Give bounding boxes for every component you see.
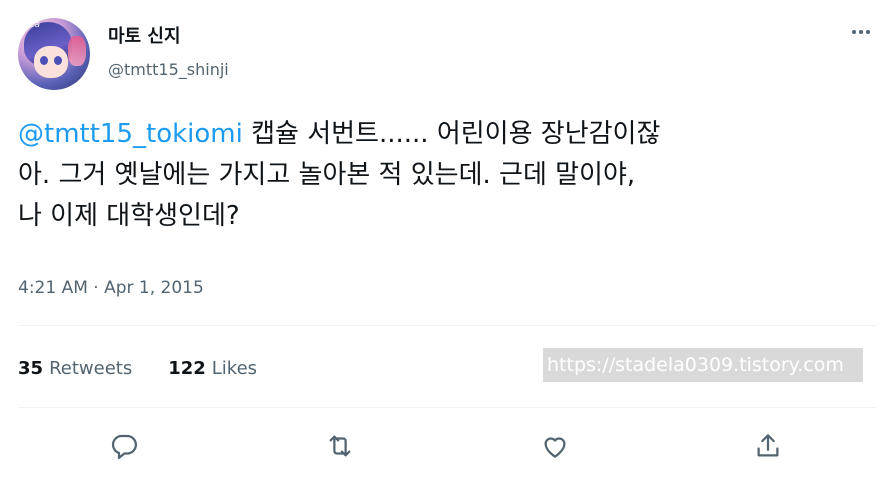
tweet-header: itta 마토 신지 @tmtt15_shinji xyxy=(18,18,876,92)
more-horizontal-icon[interactable] xyxy=(846,20,876,44)
tweet-text-line1: 캡슐 서번트...... 어린이용 장난감이잖 xyxy=(242,119,661,149)
likes-stat[interactable]: 122 Likes xyxy=(168,358,257,379)
avatar-eye-left xyxy=(40,56,48,65)
mention-link[interactable]: @tmtt15_tokiomi xyxy=(18,119,243,149)
tweet-timestamp[interactable]: 4:21 AM · Apr 1, 2015 xyxy=(18,276,204,300)
tweet-stats: 35 Retweets 122 Likes xyxy=(18,354,293,382)
avatar-face xyxy=(34,46,68,78)
likes-count: 122 xyxy=(168,357,206,379)
author-names: 마토 신지 @tmtt15_shinji xyxy=(108,26,229,80)
avatar[interactable]: itta xyxy=(18,18,90,90)
likes-label: Likes xyxy=(211,357,258,379)
retweets-label: Retweets xyxy=(49,357,133,379)
tweet-actions xyxy=(0,420,894,470)
avatar-decoration xyxy=(68,36,86,66)
heart-icon[interactable] xyxy=(535,426,575,466)
divider xyxy=(18,407,876,408)
tweet-text-line3: 나 이제 대학생인데? xyxy=(18,201,240,231)
avatar-eye-right xyxy=(54,56,62,65)
retweet-icon[interactable] xyxy=(320,426,360,466)
retweets-count: 35 xyxy=(18,357,44,379)
share-icon[interactable] xyxy=(748,426,788,466)
reply-icon[interactable] xyxy=(104,426,144,466)
retweets-stat[interactable]: 35 Retweets xyxy=(18,358,132,379)
watermark: https://stadela0309.tistory.com xyxy=(543,348,863,382)
divider xyxy=(18,325,876,326)
avatar-tag: itta xyxy=(24,20,41,30)
author-display-name[interactable]: 마토 신지 xyxy=(108,26,229,48)
tweet-text: @tmtt15_tokiomi 캡슐 서번트...... 어린이용 장난감이잖 … xyxy=(18,114,874,237)
tweet-text-line2: 아. 그거 옛날에는 가지고 놀아본 적 있는데. 근데 말이야, xyxy=(18,160,636,190)
author-handle[interactable]: @tmtt15_shinji xyxy=(108,60,229,80)
